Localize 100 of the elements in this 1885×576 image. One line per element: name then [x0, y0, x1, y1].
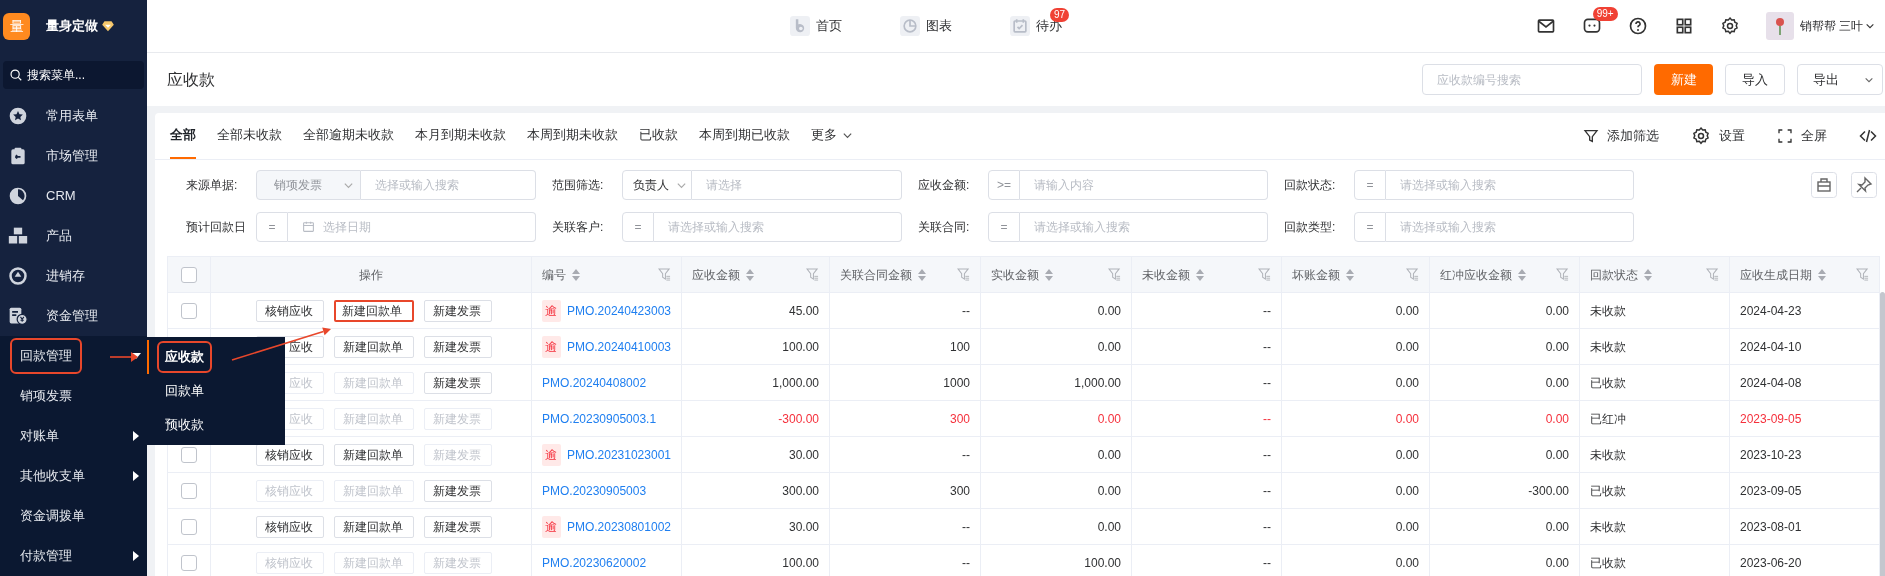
user-menu[interactable]: 销帮帮 三叶	[1799, 17, 1875, 35]
submenu-item[interactable]: 付款管理	[10, 538, 82, 574]
code-icon[interactable]	[1859, 127, 1877, 145]
submenu-item[interactable]: 其他收支单	[10, 458, 95, 494]
filter-input[interactable]: 请选择	[692, 170, 902, 200]
checkbox[interactable]	[181, 482, 197, 499]
column-filter-icon[interactable]	[1406, 268, 1419, 281]
export-button[interactable]: 导出	[1797, 64, 1883, 95]
search-field[interactable]: 应收款编号搜索	[1422, 64, 1642, 95]
filter-input[interactable]: 选择或输入搜索	[361, 170, 536, 200]
sort-icon[interactable]	[1045, 268, 1053, 281]
action-button[interactable]: 核销应收	[256, 515, 324, 538]
chat-icon[interactable]	[1581, 16, 1602, 36]
toolbar-button[interactable]: 设置	[1691, 126, 1745, 146]
submenu-item[interactable]: 应收款	[157, 341, 212, 373]
table-cell: --	[1131, 328, 1282, 365]
more-tab[interactable]: 更多	[811, 113, 853, 159]
filter-label: 范围筛选:	[552, 177, 605, 194]
filter-tab[interactable]: 全部逾期未收款	[303, 113, 394, 159]
scrollbar[interactable]	[1880, 292, 1885, 576]
filter-tab[interactable]: 全部	[170, 113, 196, 159]
sort-icon[interactable]	[1346, 268, 1354, 281]
sidebar-item[interactable]: 产品	[0, 216, 147, 256]
sort-icon[interactable]	[1518, 268, 1526, 281]
checkbox[interactable]	[181, 518, 197, 535]
sort-icon[interactable]	[746, 268, 754, 281]
toolbar-button[interactable]: 全屏	[1777, 126, 1827, 146]
sort-icon[interactable]	[1644, 268, 1652, 281]
column-filter-icon[interactable]	[1556, 268, 1569, 281]
action-button[interactable]: 新建发票	[424, 299, 492, 322]
checkbox[interactable]	[181, 554, 197, 571]
record-link[interactable]: PMO.20231023001	[566, 445, 671, 464]
settings-icon[interactable]	[1691, 126, 1711, 146]
action-button[interactable]: 新建发票	[424, 479, 492, 502]
action-button[interactable]: 新建回款单	[334, 299, 414, 322]
submenu-item[interactable]: 回款单	[157, 375, 212, 407]
sort-icon[interactable]	[1196, 268, 1204, 281]
record-link[interactable]: PMO.20240423003	[566, 301, 671, 320]
action-button[interactable]: 核销应收	[256, 443, 324, 466]
toolbox-icon[interactable]	[1811, 172, 1837, 198]
action-button[interactable]: 新建发票	[424, 515, 492, 538]
action-button[interactable]: 新建发票	[424, 371, 492, 394]
submenu-item[interactable]: 资金调拨单	[10, 498, 95, 534]
nav-tab[interactable]: 首页	[790, 16, 842, 36]
filter-input[interactable]: 请选择或输入搜索	[654, 212, 902, 242]
table-cell: 1,000.00	[980, 364, 1132, 401]
filter-tab[interactable]: 全部未收款	[217, 113, 282, 159]
chart-icon	[900, 16, 920, 36]
toolbar-button[interactable]: 添加筛选	[1583, 126, 1659, 146]
column-filter-icon[interactable]	[1856, 268, 1869, 281]
sort-icon[interactable]	[918, 268, 926, 281]
settings-icon[interactable]	[1719, 16, 1740, 36]
action-button[interactable]: 核销应收	[256, 299, 324, 322]
record-link[interactable]: PMO.20240410003	[566, 337, 671, 356]
column-filter-icon[interactable]	[806, 268, 819, 281]
table-cell: 30.00	[681, 508, 830, 545]
submenu-item[interactable]: 回款管理	[10, 338, 82, 374]
column-filter-icon[interactable]	[1706, 268, 1719, 281]
sidebar-item[interactable]: CRM	[0, 176, 147, 216]
column-filter-icon[interactable]	[957, 268, 970, 281]
table-cell: --	[1131, 364, 1282, 401]
action-button[interactable]: 新建回款单	[334, 335, 414, 358]
operator-select[interactable]: 负责人	[622, 170, 692, 200]
sidebar-item[interactable]: 进销存	[0, 256, 147, 296]
action-button[interactable]: 新建发票	[424, 335, 492, 358]
record-link[interactable]: PMO.20230801002	[566, 517, 671, 536]
filter-input[interactable]: 请输入内容	[1020, 170, 1268, 200]
filter-input[interactable]: 请选择或输入搜索	[1386, 212, 1634, 242]
date-field[interactable]: 选择日期	[288, 212, 536, 242]
sidebar-item[interactable]: 资金管理	[0, 296, 147, 336]
action-button[interactable]: 新建回款单	[334, 515, 414, 538]
filter-input[interactable]: 请选择或输入搜索	[1386, 170, 1634, 200]
table-cell: 300.00	[681, 472, 830, 509]
filter-tab[interactable]: 本周到期已收款	[699, 113, 790, 159]
sidebar-item[interactable]: 常用表单	[0, 96, 147, 136]
column-filter-icon[interactable]	[658, 268, 671, 281]
submenu-item[interactable]: 预收款	[157, 409, 212, 441]
sidebar-item[interactable]: 市场管理	[0, 136, 147, 176]
checkbox[interactable]	[181, 302, 197, 319]
filter-input[interactable]: 请选择或输入搜索	[1020, 212, 1268, 242]
submenu-item[interactable]: 对账单	[10, 418, 69, 454]
filter-tab[interactable]: 已收款	[639, 113, 678, 159]
menu-search-field[interactable]: 搜索菜单...	[3, 61, 144, 90]
overdue-tag: 逾	[542, 515, 561, 538]
submenu-item[interactable]: 销项发票	[10, 378, 82, 414]
column-filter-icon[interactable]	[1258, 268, 1271, 281]
checkbox[interactable]	[181, 446, 197, 463]
filter-tab[interactable]: 本月到期未收款	[415, 113, 506, 159]
help-icon[interactable]	[1627, 16, 1648, 36]
action-button[interactable]: 新建回款单	[334, 443, 414, 466]
sort-icon[interactable]	[1818, 268, 1826, 281]
checkbox[interactable]	[181, 266, 197, 283]
pin-icon[interactable]	[1851, 172, 1877, 198]
avatar-image[interactable]	[1765, 12, 1794, 40]
nav-tab[interactable]: 图表	[900, 16, 952, 36]
filter-tab[interactable]: 本周到期未收款	[527, 113, 618, 159]
mail-icon[interactable]	[1535, 16, 1556, 36]
import-button[interactable]: 导入	[1725, 64, 1785, 95]
sort-icon[interactable]	[572, 268, 580, 281]
column-filter-icon[interactable]	[1108, 268, 1121, 281]
